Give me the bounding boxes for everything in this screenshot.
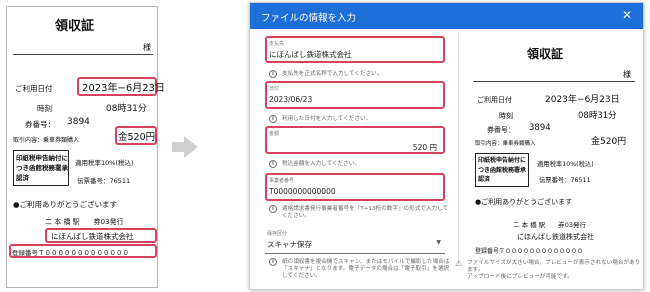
preview-company-name: にほんばし鉄道株式会社 bbox=[517, 233, 594, 241]
payee-field[interactable]: 支払先 にほんばし鉄道株式会社 bbox=[265, 36, 445, 63]
preview-usage-date-label: ご利用日付 bbox=[477, 96, 512, 104]
chevron-down-icon[interactable]: ▼ bbox=[436, 239, 441, 246]
tax-stamp-box: 印紙税申告納付につき函館税務署承認済 bbox=[13, 150, 69, 186]
time-label: 時刻 bbox=[37, 104, 52, 113]
company-name: にほんばし鉄道株式会社 bbox=[51, 232, 134, 241]
preview-transaction-label: 取引内容：乗車券類購入 bbox=[475, 141, 536, 147]
dialog-title: ファイルの情報を入力 bbox=[261, 13, 357, 24]
tax-stamp-note: 印紙税申告納付につき函館税務署承認済 bbox=[16, 154, 68, 182]
amount-value: 金520円 bbox=[118, 132, 156, 143]
receipt-addressee-suffix: 様 bbox=[143, 43, 151, 52]
preview-tax-rate: 適用税率10%(税込) bbox=[537, 161, 594, 168]
paper-receipt: 領収証 様 ご利用日付 2023年−6月23日 時刻 08時31分 券番号： 3… bbox=[6, 6, 165, 288]
preview-ticket-number-label: 券番号： bbox=[487, 126, 515, 134]
storage-select[interactable]: 保存区分 スキャナ保存 ▼ bbox=[265, 228, 445, 254]
screenshot-stage: 領収証 様 ご利用日付 2023年−6月23日 時刻 08時31分 券番号： 3… bbox=[0, 0, 650, 292]
close-icon[interactable]: ✕ bbox=[622, 8, 632, 22]
date-value: 2023/06/23 bbox=[269, 95, 313, 104]
column-divider bbox=[458, 33, 459, 261]
arrow-right-icon-head bbox=[184, 136, 198, 158]
slip-number: 伝票番号：76511 bbox=[77, 177, 131, 185]
preview-time-value: 08時31分 bbox=[578, 111, 617, 121]
dialog-header: ファイルの情報を入力 ✕ bbox=[250, 3, 643, 29]
preview-usage-date-value: 2023年−6月23日 bbox=[545, 95, 620, 105]
station-info: 二 本 橋 駅 券03発行 bbox=[45, 218, 124, 226]
receipt-title: 領収証 bbox=[55, 19, 95, 34]
payee-value: にほんばし鉄道株式会社 bbox=[269, 50, 352, 59]
preview-time-label: 時刻 bbox=[499, 112, 513, 120]
date-label: 日付 bbox=[269, 86, 280, 92]
registration-label: 事業者番号 bbox=[269, 178, 295, 184]
amount-label: 金額 bbox=[269, 131, 280, 137]
usage-date-value: 2023年−6月23日 bbox=[82, 83, 165, 94]
amount-field[interactable]: 金額 520 円 bbox=[265, 126, 445, 154]
storage-label: 保存区分 bbox=[267, 231, 288, 237]
info-icon: i bbox=[269, 258, 277, 266]
preview-slip-number: 伝票番号：76511 bbox=[539, 177, 591, 184]
payee-label: 支払先 bbox=[269, 41, 285, 47]
info-icon: i bbox=[269, 205, 277, 213]
info-icon: i bbox=[269, 115, 277, 123]
receipt-preview: 領収証 様 ご利用日付 2023年−6月23日 時刻 08時31分 券番号： 3… bbox=[473, 41, 635, 263]
info-icon: i bbox=[269, 70, 277, 78]
preview-tax-stamp-box: 印紙税申告納付につき函館税務署承認済 bbox=[475, 153, 529, 187]
tax-rate: 適用税率10%(税込) bbox=[75, 159, 134, 167]
warning-icon: ⚠ bbox=[455, 259, 463, 268]
ticket-number-value: 3894 bbox=[67, 117, 90, 127]
preview-title: 領収証 bbox=[527, 47, 564, 61]
amount-input-value: 520 円 bbox=[412, 143, 437, 152]
registration-value: T0000000000000 bbox=[269, 187, 336, 196]
addressee-line bbox=[13, 54, 153, 55]
form-column: 支払先 にほんばし鉄道株式会社 i 支払先を正式名称で入力してください。 日付 … bbox=[250, 29, 455, 289]
storage-value: スキャナ保存 bbox=[267, 240, 312, 249]
registration-number: 登録番号Ｔ０００００００００００００ bbox=[12, 249, 129, 257]
preview-addressee-line bbox=[473, 81, 635, 82]
ticket-number-label: 券番号： bbox=[25, 120, 55, 129]
preview-warning-text: ファイルサイズが大きい場合、プレビューが表示されない場合があります。 アップロー… bbox=[467, 260, 641, 280]
preview-tax-stamp-note: 印紙税申告納付につき函館税務署承認済 bbox=[478, 157, 527, 183]
preview-ticket-number-value: 3894 bbox=[529, 123, 551, 133]
file-info-dialog: ファイルの情報を入力 ✕ 支払先 にほんばし鉄道株式会社 i 支払先を正式名称で… bbox=[249, 2, 644, 290]
preview-station-info: 二 本 橋 駅 券03発行 bbox=[513, 221, 586, 229]
date-field[interactable]: 日付 2023/06/23 bbox=[265, 81, 445, 109]
usage-date-label: ご利用日付 bbox=[15, 84, 53, 93]
info-icon: i bbox=[269, 160, 277, 168]
preview-thanks-message: ●ご利用ありがとうございます bbox=[475, 198, 573, 206]
preview-addressee-suffix: 様 bbox=[623, 70, 631, 79]
thanks-message: ●ご利用ありがとうございます bbox=[13, 200, 118, 209]
time-value: 08時31分 bbox=[106, 104, 147, 114]
transaction-label: 取引内容：乗車券類購入 bbox=[13, 137, 80, 144]
preview-amount-value: 金520円 bbox=[591, 137, 627, 147]
registration-field[interactable]: 事業者番号 T0000000000000 bbox=[265, 173, 445, 201]
preview-registration-number: 登録番号Ｔ０００００００００００００ bbox=[475, 248, 584, 255]
